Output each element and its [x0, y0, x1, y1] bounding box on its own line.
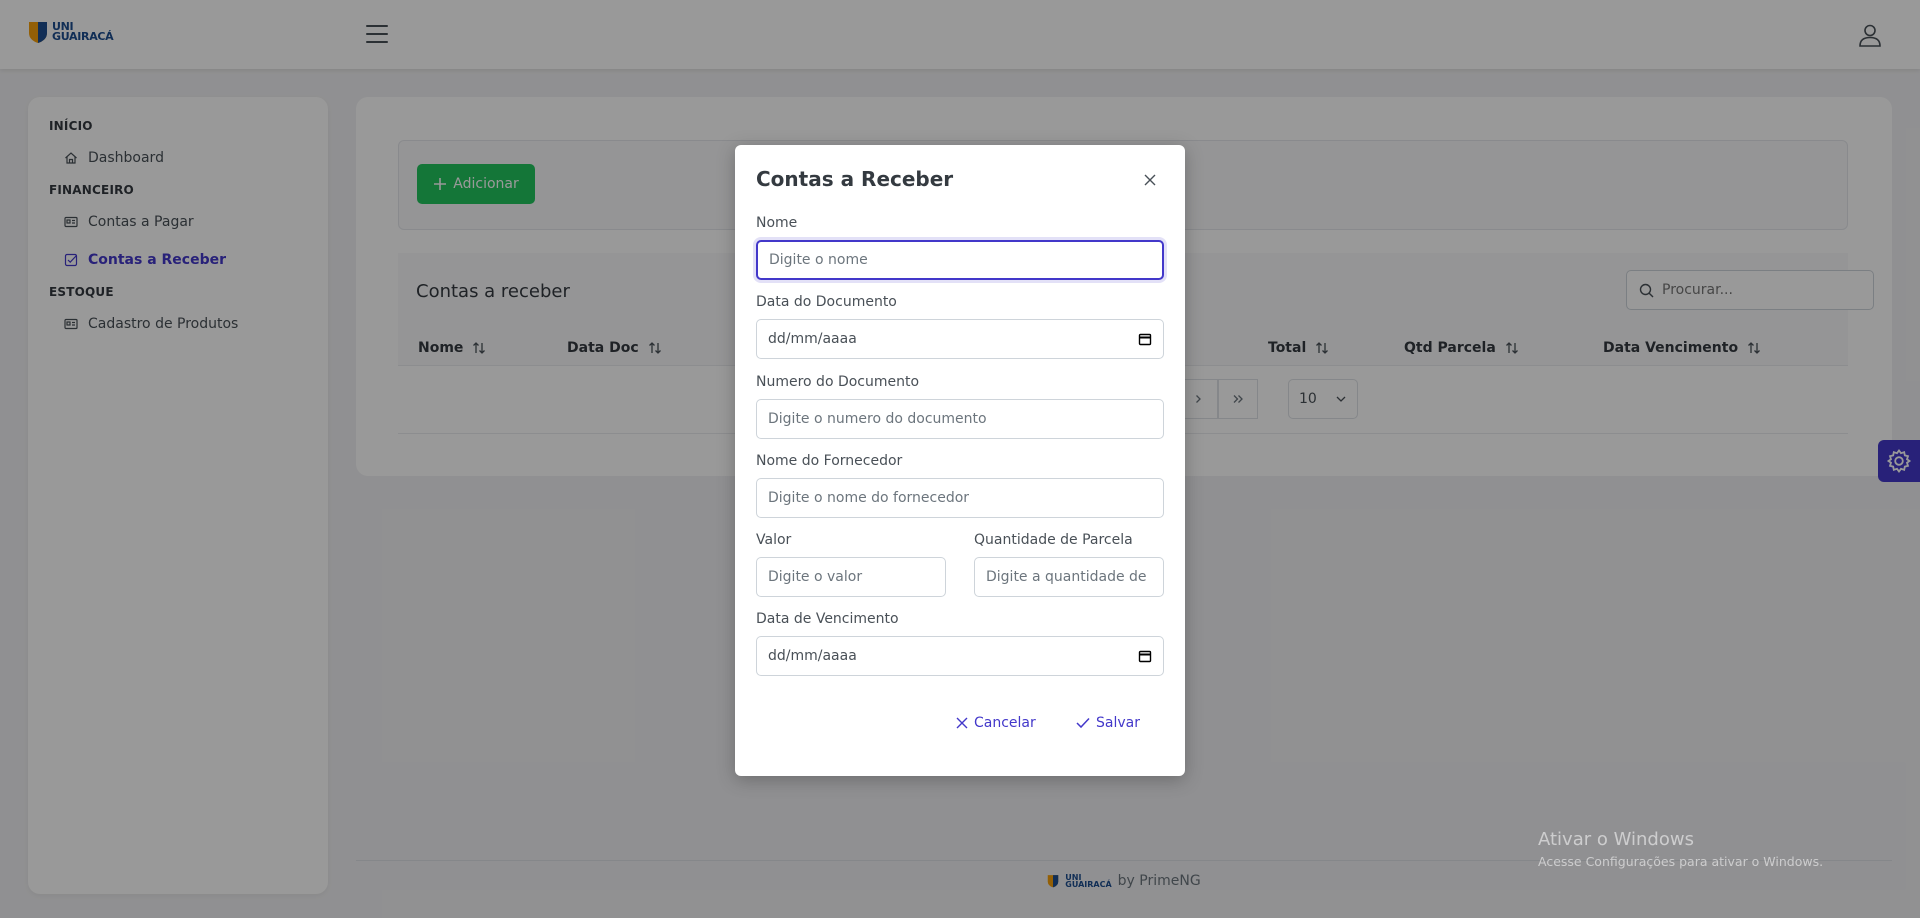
- watermark-title: Ativar o Windows: [1538, 829, 1694, 850]
- cancel-button-label: Cancelar: [974, 715, 1036, 731]
- calendar-icon[interactable]: [1138, 332, 1152, 346]
- nome-fornecedor-field[interactable]: [756, 478, 1164, 518]
- quantidade-parcela-label: Quantidade de Parcela: [974, 532, 1133, 548]
- nome-input[interactable]: [769, 252, 1151, 268]
- quantidade-parcela-field[interactable]: [974, 557, 1164, 597]
- save-button-label: Salvar: [1096, 715, 1140, 731]
- dialog-close-button[interactable]: [1139, 169, 1161, 191]
- calendar-icon[interactable]: [1138, 649, 1152, 663]
- data-vencimento-field[interactable]: dd/mm/aaaa: [756, 636, 1164, 676]
- close-icon: [956, 717, 968, 729]
- nome-fornecedor-label: Nome do Fornecedor: [756, 453, 903, 469]
- data-vencimento-value: dd/mm/aaaa: [768, 648, 857, 664]
- valor-label: Valor: [756, 532, 792, 548]
- nome-label: Nome: [756, 215, 798, 231]
- data-documento-field[interactable]: dd/mm/aaaa: [756, 319, 1164, 359]
- close-icon: [1144, 174, 1156, 186]
- dialog-title: Contas a Receber: [756, 167, 954, 191]
- data-documento-label: Data do Documento: [756, 294, 897, 310]
- numero-documento-input[interactable]: [768, 411, 1152, 427]
- nome-field[interactable]: [756, 240, 1164, 280]
- numero-documento-label: Numero do Documento: [756, 374, 920, 390]
- valor-field[interactable]: [756, 557, 946, 597]
- windows-activation-watermark: Ativar o Windows Acesse Configurações pa…: [1538, 829, 1823, 869]
- nome-fornecedor-input[interactable]: [768, 490, 1152, 506]
- contas-receber-dialog: Contas a Receber Nome Data do Documento …: [735, 145, 1185, 776]
- cancel-button[interactable]: Cancelar: [956, 715, 1036, 731]
- numero-documento-field[interactable]: [756, 399, 1164, 439]
- watermark-subtitle: Acesse Configurações para ativar o Windo…: [1538, 854, 1824, 869]
- quantidade-parcela-input[interactable]: [986, 569, 1152, 585]
- data-vencimento-label: Data de Vencimento: [756, 611, 899, 627]
- data-documento-value: dd/mm/aaaa: [768, 331, 857, 347]
- valor-input[interactable]: [768, 569, 934, 585]
- check-icon: [1076, 717, 1090, 729]
- save-button[interactable]: Salvar: [1076, 715, 1140, 731]
